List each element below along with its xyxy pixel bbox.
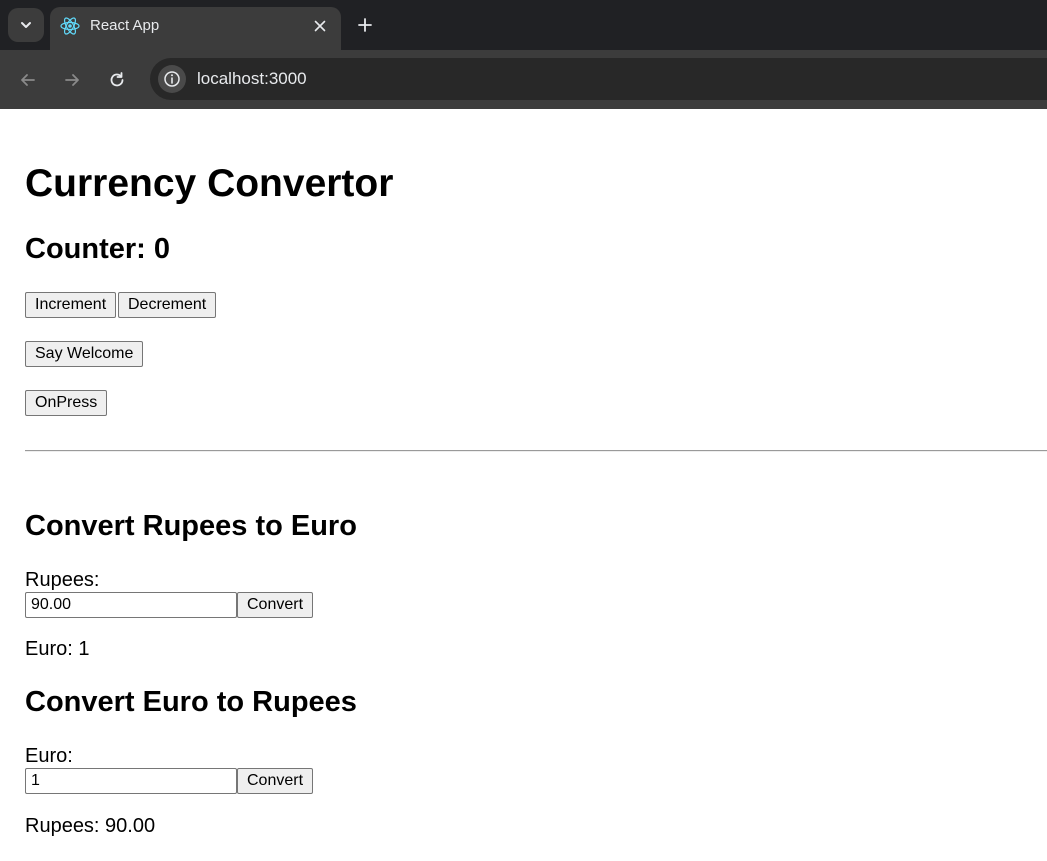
euro-input[interactable] [25,768,237,794]
page-content: Currency Convertor Counter: 0 Increment … [0,109,1047,861]
react-logo-icon [60,17,80,35]
back-button[interactable] [13,65,43,95]
onpress-button[interactable]: OnPress [25,390,108,416]
browser-tab-strip: React App [0,0,1047,50]
browser-tab-active[interactable]: React App [50,7,341,50]
increment-button[interactable]: Increment [25,292,117,318]
browser-toolbar: localhost:3000 [0,50,1047,109]
rupees-input-label: Rupees: [25,569,100,591]
euro-result: Euro: 1 [25,638,90,660]
address-bar[interactable]: localhost:3000 [150,58,1047,100]
tab-title: React App [90,17,160,34]
chevron-down-icon [21,22,31,28]
rupees-input[interactable] [25,592,237,618]
decrement-button[interactable]: Decrement [118,292,217,318]
counter-heading: Counter: 0 [25,233,170,265]
close-icon [314,20,326,32]
euro-input-label: Euro: [25,745,73,767]
url-text: localhost:3000 [197,69,307,88]
say-welcome-button[interactable]: Say Welcome [25,341,144,367]
convert-euro-button[interactable]: Convert [237,768,314,794]
rupees-result: Rupees: 90.00 [25,815,156,837]
divider [25,450,1047,452]
tab-search-button[interactable] [8,8,44,42]
forward-button[interactable] [57,65,87,95]
rupees-to-euro-heading: Convert Rupees to Euro [25,510,357,542]
convert-rupees-button[interactable]: Convert [237,592,314,618]
reload-button[interactable] [102,65,132,95]
tab-close-button[interactable] [309,15,331,37]
info-icon [164,71,180,87]
new-tab-button[interactable] [352,12,378,38]
page-title: Currency Convertor [25,162,394,205]
plus-icon [358,18,372,32]
arrow-left-icon [21,74,35,86]
reload-icon [110,72,124,87]
arrow-right-icon [65,74,79,86]
euro-to-rupees-heading: Convert Euro to Rupees [25,686,357,718]
site-info-button[interactable] [158,65,186,93]
